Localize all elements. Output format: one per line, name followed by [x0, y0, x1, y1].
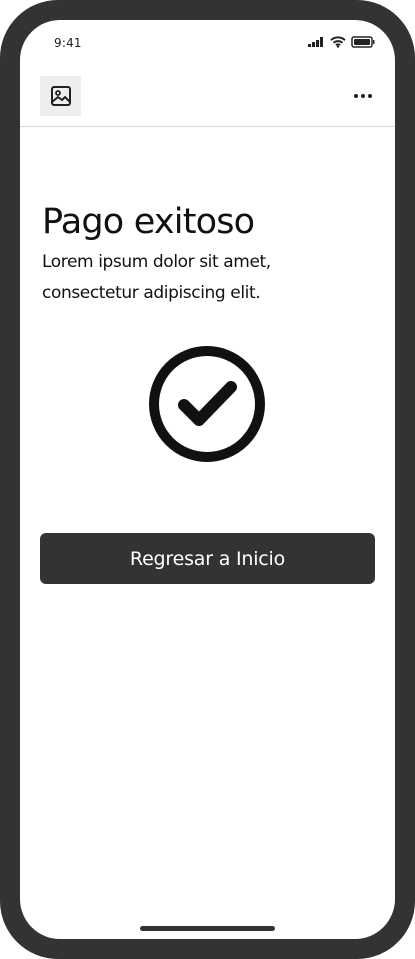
dot: [354, 94, 358, 98]
page-description: Lorem ipsum dolor sit amet, consectetur …: [42, 252, 271, 303]
return-home-button[interactable]: Regresar a Inicio: [40, 533, 375, 584]
status-time: 9:41: [54, 36, 82, 50]
status-bar: 9:41: [20, 20, 395, 66]
wifi-icon: [330, 33, 346, 52]
battery-icon: [351, 33, 375, 52]
image-icon[interactable]: [40, 76, 81, 116]
dot: [361, 94, 365, 98]
home-indicator: [140, 926, 275, 931]
cellular-signal-icon: [307, 33, 325, 52]
page-title: Pago exitoso: [42, 202, 255, 242]
app-bar: [20, 76, 395, 127]
dot: [368, 94, 372, 98]
app-screen: 9:41 Pago exitoso Lorem ipsum dolor sit …: [20, 20, 395, 939]
status-icons: [307, 35, 375, 48]
phone-frame: 9:41 Pago exitoso Lorem ipsum dolor sit …: [0, 0, 415, 959]
more-horizontal-icon[interactable]: [351, 88, 375, 104]
check-circle-icon: [147, 344, 267, 464]
